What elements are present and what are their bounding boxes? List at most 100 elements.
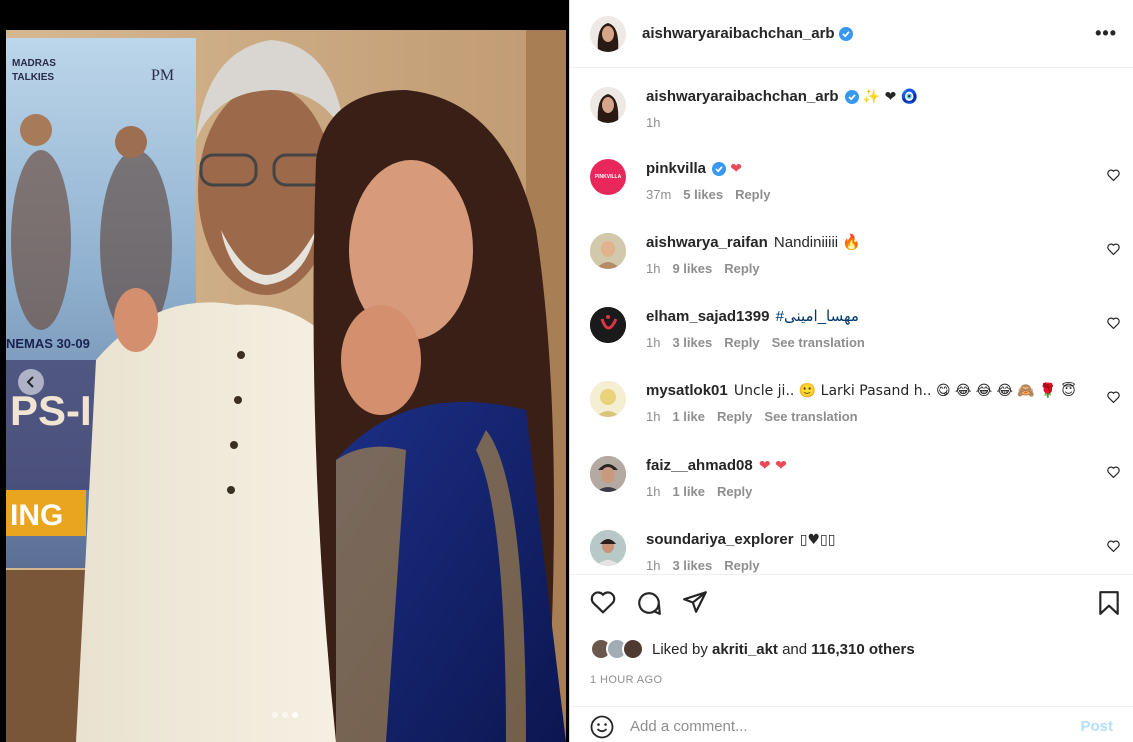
comment-time[interactable]: 37m	[646, 187, 671, 202]
reply-button[interactable]: Reply	[717, 484, 752, 499]
comment-input[interactable]	[630, 718, 1081, 735]
emoji-icon[interactable]	[590, 715, 614, 739]
svg-text:NEMAS 30-09: NEMAS 30-09	[6, 336, 90, 351]
liker-avatars	[590, 638, 644, 660]
caption-username[interactable]: aishwaryaraibachchan_arb	[646, 88, 839, 105]
carousel-indicator	[272, 712, 298, 718]
bookmark-icon[interactable]	[1098, 590, 1120, 616]
share-icon[interactable]	[682, 590, 708, 614]
comment-username[interactable]: mysatlok01	[646, 382, 728, 399]
comment-item: mysatlok01 Uncle ji.. 🙂 Larki Pasand h..…	[590, 381, 1120, 424]
carousel-dot	[282, 712, 288, 718]
caption-text: ✨ ❤ 🧿	[862, 89, 919, 105]
likes-prefix: Liked by	[652, 640, 708, 658]
liker-username[interactable]: akriti_akt	[712, 641, 778, 658]
commenter-avatar-image	[590, 530, 626, 566]
comment-likes[interactable]: 1 like	[672, 409, 705, 424]
commenter-avatar[interactable]	[590, 456, 626, 492]
comment-item: soundariya_explorer ▯♥▯▯ 1h 3 likes Reply	[590, 530, 1120, 573]
comment-likes[interactable]: 3 likes	[672, 558, 712, 573]
comment-username[interactable]: elham_sajad1399	[646, 308, 769, 325]
post-comment-button[interactable]: Post	[1080, 718, 1113, 735]
comment-text: ▯♥▯▯	[799, 532, 836, 548]
carousel-dot-active	[292, 712, 298, 718]
see-translation-button[interactable]: See translation	[764, 409, 857, 424]
carousel-dot	[272, 712, 278, 718]
comment-time[interactable]: 1h	[646, 335, 660, 350]
reply-button[interactable]: Reply	[724, 558, 759, 573]
commenter-avatar-image	[590, 307, 626, 343]
likes-summary: Liked by akriti_akt and 116,310 others	[590, 638, 915, 660]
see-translation-button[interactable]: See translation	[772, 335, 865, 350]
author-avatar[interactable]	[590, 87, 626, 123]
heart-icon[interactable]	[590, 590, 616, 614]
svg-text:MADRAS: MADRAS	[12, 58, 56, 69]
post-photo[interactable]: MADRAS TALKIES PM NEMAS 30-09 PS-I ING	[6, 30, 566, 742]
commenter-avatar[interactable]	[590, 307, 626, 343]
like-comment-icon[interactable]	[1107, 169, 1120, 181]
comment-time[interactable]: 1h	[646, 484, 660, 499]
comment-username[interactable]: soundariya_explorer	[646, 531, 794, 548]
comment-item: aishwarya_raifan Nandiniiiii 🔥 1h 9 likes…	[590, 233, 1120, 276]
comment-time[interactable]: 1h	[646, 261, 660, 276]
pinkvilla-logo: PINKVILLA	[594, 174, 622, 180]
commenter-avatar-image	[590, 381, 626, 417]
reply-button[interactable]: Reply	[724, 335, 759, 350]
comment-item: faiz__ahmad08 ❤ ❤ 1h 1 like Reply	[590, 456, 1120, 499]
reply-button[interactable]: Reply	[735, 187, 770, 202]
commenter-avatar-image	[590, 233, 626, 269]
comment-text: ❤	[730, 161, 742, 177]
verified-badge-icon	[838, 26, 853, 41]
comment-likes[interactable]: 9 likes	[672, 261, 712, 276]
commenter-avatar[interactable]: PINKVILLA	[590, 159, 626, 195]
likes-count[interactable]: 116,310 others	[811, 641, 914, 658]
post-modal: MADRAS TALKIES PM NEMAS 30-09 PS-I ING a…	[0, 0, 1133, 742]
author-username[interactable]: aishwaryaraibachchan_arb	[642, 25, 835, 42]
comment-text: Nandiniiiii 🔥	[773, 234, 861, 251]
previous-photo-button[interactable]	[18, 369, 44, 395]
post-sidebar: aishwaryaraibachchan_arb ••• aishwaryara…	[569, 0, 1133, 742]
chevron-left-icon	[26, 376, 34, 388]
comments-list[interactable]: aishwaryaraibachchan_arb ✨ ❤ 🧿 1h PINKVI…	[570, 69, 1133, 575]
post-caption: aishwaryaraibachchan_arb ✨ ❤ 🧿 1h	[590, 87, 1120, 130]
man-face	[198, 85, 334, 295]
post-media: MADRAS TALKIES PM NEMAS 30-09 PS-I ING	[0, 0, 569, 742]
like-comment-icon[interactable]	[1107, 317, 1120, 329]
comment-item: elham_sajad1399 #مهسا_امینی 1h 3 likes Rep…	[590, 307, 1120, 350]
commenter-avatar[interactable]	[590, 381, 626, 417]
svg-text:ING: ING	[10, 499, 63, 532]
comment-text: ❤ ❤	[758, 458, 787, 474]
verified-badge-icon	[844, 90, 859, 105]
comment-text: Uncle ji.. 🙂 Larki Pasand h.. 😋 😂 😂 😂 🙈 …	[733, 383, 1076, 399]
post-header: aishwaryaraibachchan_arb •••	[570, 0, 1133, 68]
like-comment-icon[interactable]	[1107, 466, 1120, 478]
reply-button[interactable]: Reply	[717, 409, 752, 424]
commenter-avatar[interactable]	[590, 530, 626, 566]
comment-icon[interactable]	[636, 590, 662, 616]
like-comment-icon[interactable]	[1107, 391, 1120, 403]
comment-likes[interactable]: 1 like	[672, 484, 705, 499]
comment-hashtag[interactable]: #مهسا_امینی	[776, 308, 859, 325]
svg-text:PS-I: PS-I	[10, 387, 92, 434]
svg-text:TALKIES: TALKIES	[12, 72, 54, 83]
caption-time[interactable]: 1h	[646, 115, 660, 130]
post-timestamp[interactable]: 1 HOUR AGO	[590, 674, 662, 686]
reply-button[interactable]: Reply	[724, 261, 759, 276]
like-comment-icon[interactable]	[1107, 243, 1120, 255]
like-comment-icon[interactable]	[1107, 540, 1120, 552]
author-avatar-image	[590, 15, 626, 52]
commenter-avatar[interactable]	[590, 233, 626, 269]
comment-item: PINKVILLA pinkvilla ❤ 37m 5 likes Reply	[590, 159, 1120, 202]
photo-illustration: MADRAS TALKIES PM NEMAS 30-09 PS-I ING	[6, 30, 566, 742]
comment-likes[interactable]: 5 likes	[683, 187, 723, 202]
comment-username[interactable]: pinkvilla	[646, 160, 706, 177]
author-avatar[interactable]	[590, 15, 626, 52]
comment-likes[interactable]: 3 likes	[672, 335, 712, 350]
commenter-avatar-image	[590, 456, 626, 492]
comment-time[interactable]: 1h	[646, 558, 660, 573]
add-comment-bar: Post	[570, 706, 1133, 742]
comment-username[interactable]: aishwarya_raifan	[646, 234, 768, 251]
comment-time[interactable]: 1h	[646, 409, 660, 424]
comment-username[interactable]: faiz__ahmad08	[646, 457, 753, 474]
more-options-button[interactable]: •••	[1095, 23, 1117, 44]
